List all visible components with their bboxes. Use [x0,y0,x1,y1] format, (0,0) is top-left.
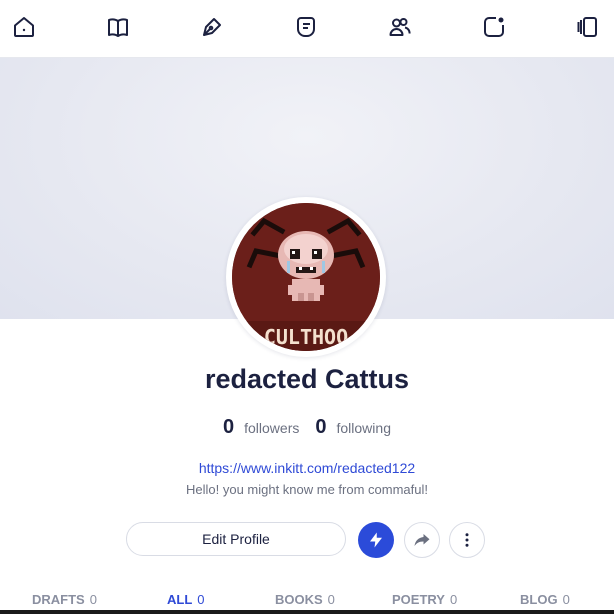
top-nav [0,0,614,58]
tab-drafts[interactable]: DRAFTS 0 [32,592,97,607]
boost-button[interactable] [358,522,394,558]
nav-people[interactable] [385,12,415,42]
bottom-edge [0,610,614,614]
avatar-image: CULTHOO [232,203,380,351]
tab-blog[interactable]: BLOG 0 [520,592,570,607]
tab-label: POETRY [392,592,445,607]
nav-groups[interactable] [291,12,321,42]
lightning-icon [370,532,382,548]
tab-label: DRAFTS [32,592,85,607]
following-stat[interactable]: 0 following [315,416,391,439]
edit-profile-button[interactable]: Edit Profile [126,522,346,556]
nav-library[interactable] [573,12,603,42]
share-button[interactable] [404,522,440,558]
library-icon [577,17,597,37]
tab-count: 0 [197,592,205,607]
profile-name: redacted Cattus [204,364,410,394]
content-tabs: DRAFTS 0 ALL 0 BOOKS 0 POETRY 0 BLOG 0 [0,592,614,610]
book-icon [108,18,128,37]
following-label: following [336,420,391,436]
profile-bio: Hello! you might know me from commaful! [185,482,429,497]
more-vertical-icon [465,533,469,547]
tab-count: 0 [562,592,570,607]
notifications-icon [484,17,504,37]
avatar-caption: CULTHOO [264,325,348,349]
nav-home[interactable] [9,12,39,42]
followers-count: 0 [223,416,235,438]
tab-label: BLOG [520,592,558,607]
more-options-button[interactable] [449,522,485,558]
tab-poetry[interactable]: POETRY 0 [392,592,457,607]
profile-stats: 0 followers 0 following [0,416,614,439]
following-count: 0 [315,416,327,438]
nav-write[interactable] [197,12,227,42]
groups-icon [297,17,315,37]
tab-label: BOOKS [275,592,323,607]
nav-notifications[interactable] [479,12,509,42]
followers-label: followers [244,420,300,436]
tab-books[interactable]: BOOKS 0 [275,592,335,607]
home-icon [14,17,34,37]
avatar[interactable]: CULTHOO [226,197,386,357]
profile-link[interactable]: https://www.inkitt.com/redacted122 [0,460,614,476]
write-icon [203,18,221,36]
nav-browse[interactable] [103,12,133,42]
tab-label: ALL [167,592,193,607]
followers-stat[interactable]: 0 followers [223,416,299,439]
share-icon [414,534,430,546]
tab-count: 0 [327,592,335,607]
tab-count: 0 [449,592,458,607]
tab-count: 0 [89,592,97,607]
people-icon [389,18,411,36]
tab-all[interactable]: ALL 0 [167,592,205,607]
